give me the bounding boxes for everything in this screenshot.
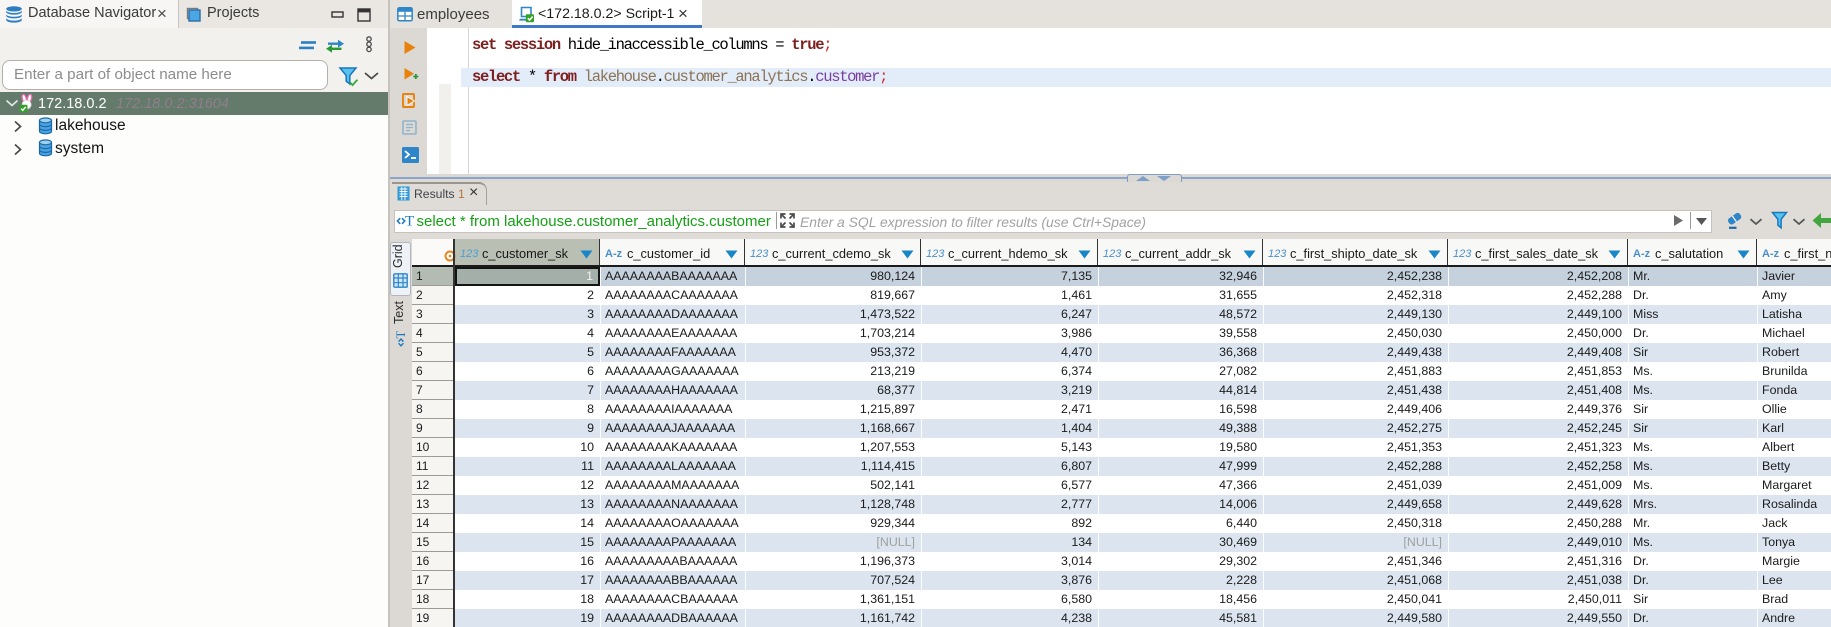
- svg-text:T: T: [405, 214, 414, 230]
- svg-text:T: T: [393, 331, 408, 339]
